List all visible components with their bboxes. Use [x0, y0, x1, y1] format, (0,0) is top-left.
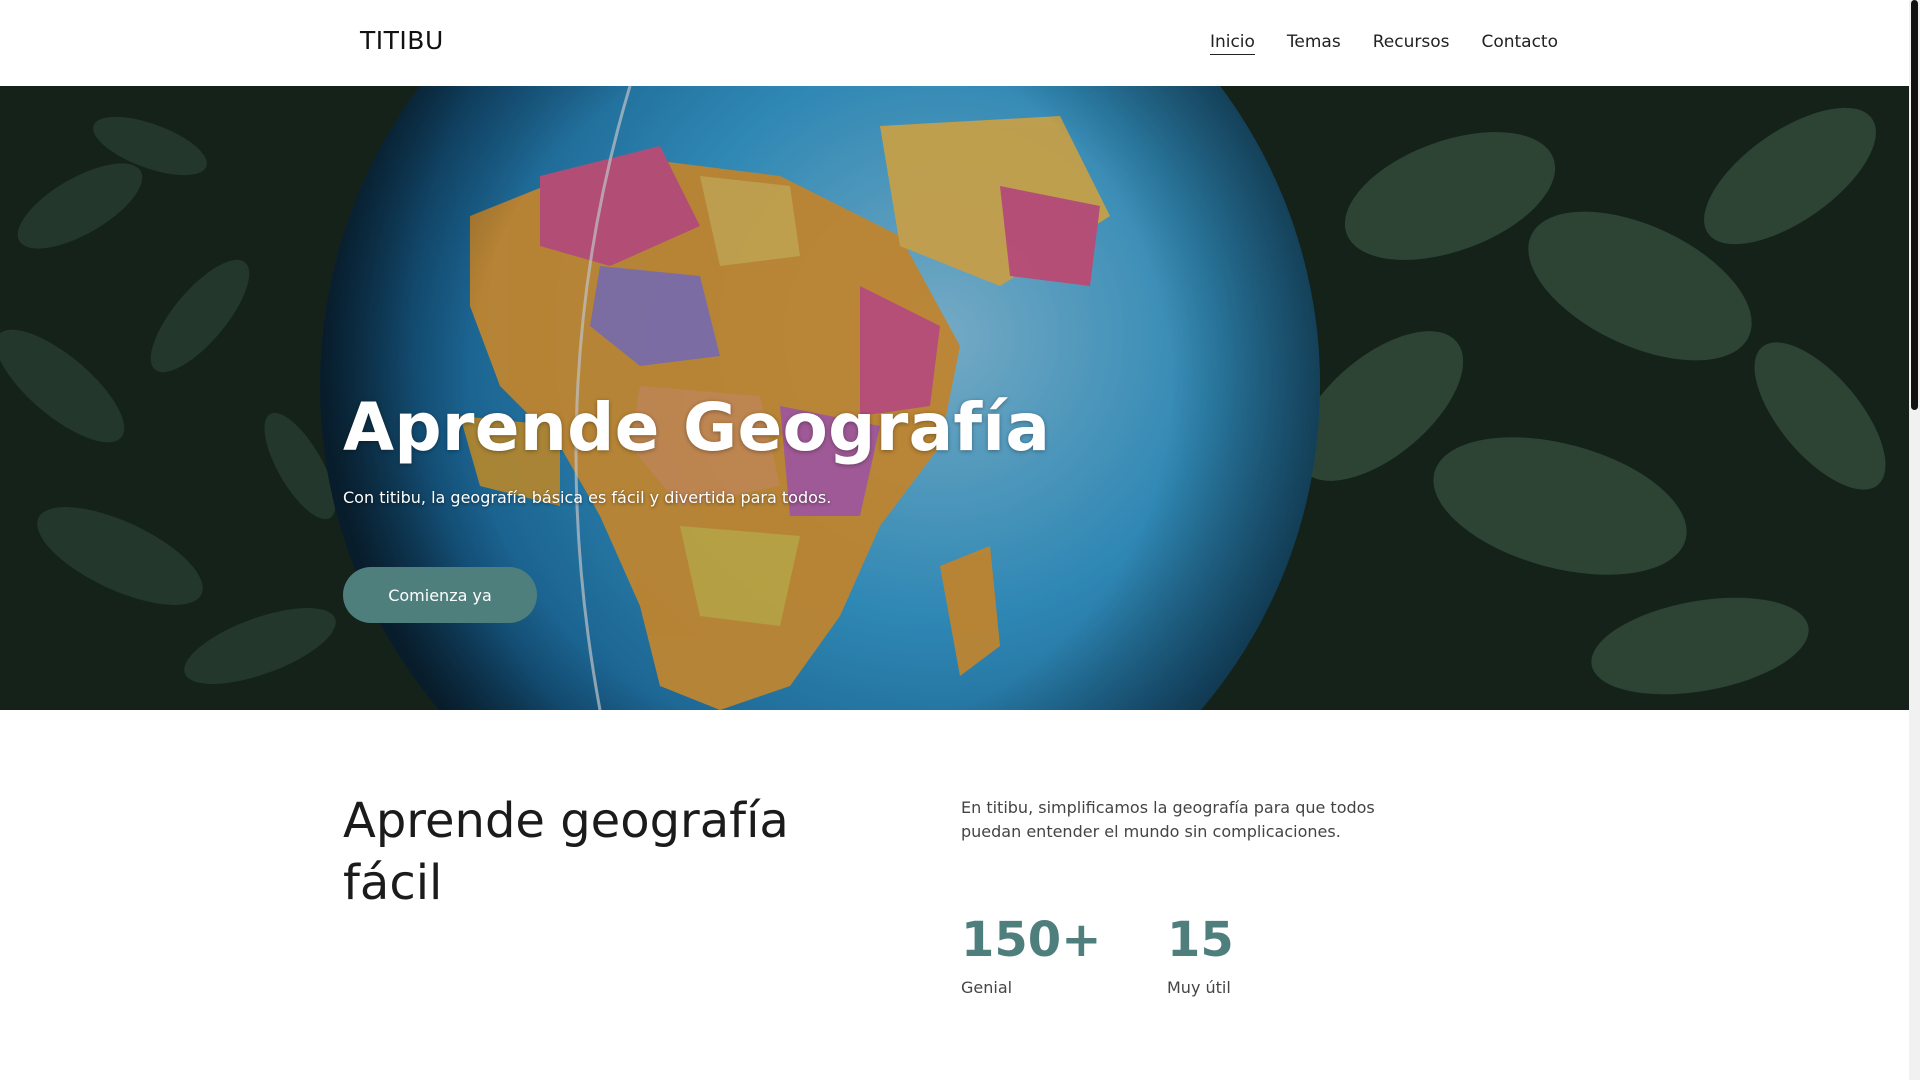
nav-item-temas[interactable]: Temas: [1287, 32, 1341, 55]
hero-section: Aprende Geografía Con titibu, la geograf…: [0, 86, 1909, 710]
stat-label: Genial: [961, 978, 1013, 997]
main-nav: Inicio Temas Recursos Contacto: [1209, 32, 1558, 55]
stat-muy-util: 15 Muy útil: [1167, 910, 1234, 997]
site-header: TITIBU Inicio Temas Recursos Contacto: [0, 0, 1909, 86]
nav-item-contacto[interactable]: Contacto: [1481, 32, 1558, 55]
stat-label: Muy útil: [1167, 978, 1231, 997]
stat-value: 150+: [961, 912, 1102, 968]
page-scrollbar[interactable]: [1909, 0, 1920, 1080]
start-now-button[interactable]: Comienza ya: [343, 567, 537, 623]
hero-title: Aprende Geografía: [343, 389, 1051, 466]
nav-item-recursos[interactable]: Recursos: [1373, 32, 1450, 55]
page: TITIBU Inicio Temas Recursos Contacto Ap…: [0, 0, 1920, 1080]
scrollbar-thumb[interactable]: [1911, 0, 1918, 410]
section-title: Aprende geografía fácil: [343, 793, 789, 911]
stat-genial: 150+ Genial: [961, 910, 1101, 997]
nav-item-inicio[interactable]: Inicio: [1209, 32, 1255, 55]
section-text: En titibu, simplificamos la geografía pa…: [961, 798, 1375, 841]
stat-value: 15: [1167, 912, 1234, 968]
brand-logo[interactable]: TITIBU: [360, 26, 444, 55]
hero-subtitle: Con titibu, la geografía básica es fácil…: [343, 488, 832, 507]
